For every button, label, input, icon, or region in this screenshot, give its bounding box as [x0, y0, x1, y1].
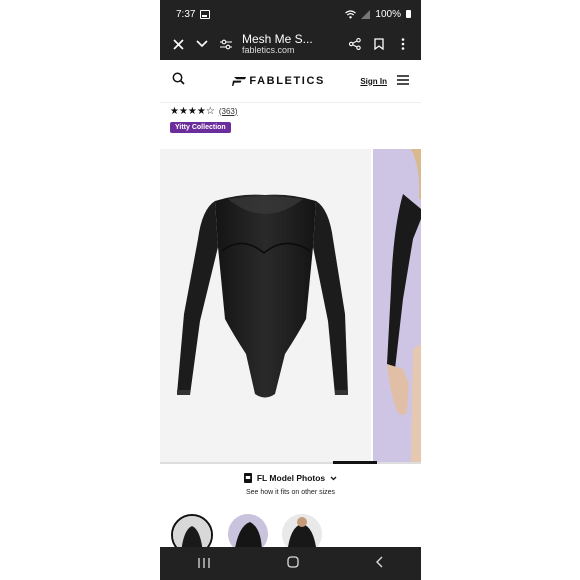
fabletics-logo[interactable]: FABLETICS	[232, 75, 325, 87]
rating-stars: ★★★★☆	[170, 105, 215, 117]
phone-screen: 7:37 100% Mesh Me S... fabletics.com FAB…	[160, 0, 421, 580]
status-time: 7:37	[176, 8, 196, 20]
battery-percent: 100%	[375, 8, 401, 20]
share-icon[interactable]	[343, 32, 367, 56]
product-model-image[interactable]	[373, 149, 421, 464]
sign-in-link[interactable]: Sign In	[360, 77, 387, 86]
tune-icon[interactable]	[214, 32, 238, 56]
review-count-link[interactable]: (363)	[219, 107, 238, 116]
logo-text: FABLETICS	[249, 75, 325, 87]
more-vertical-icon[interactable]	[391, 32, 415, 56]
fl-model-photos-section: FL Model Photos See how it fits on other…	[160, 473, 421, 496]
battery-icon	[406, 10, 411, 18]
product-rating: ★★★★☆ (363)	[170, 105, 421, 117]
back-icon[interactable]	[375, 555, 383, 573]
gallery-scroll-thumb	[333, 461, 377, 464]
status-bar: 7:37 100%	[160, 0, 421, 28]
product-main-image[interactable]	[160, 149, 371, 464]
signal-icon	[361, 9, 371, 19]
browser-toolbar: Mesh Me S... fabletics.com	[160, 28, 421, 60]
page-title: Mesh Me S...	[242, 31, 313, 46]
bookmark-icon[interactable]	[367, 32, 391, 56]
phone-photo-icon	[243, 473, 252, 483]
close-icon[interactable]	[166, 32, 190, 56]
collection-badge[interactable]: Yitty Collection	[170, 122, 231, 133]
model-photo-thumbnails	[160, 514, 421, 556]
home-icon[interactable]	[287, 555, 299, 573]
chevron-down-icon	[330, 476, 337, 480]
wifi-icon	[345, 9, 357, 18]
hamburger-menu-icon[interactable]	[397, 72, 409, 90]
fabletics-logo-mark-icon	[232, 77, 247, 86]
chevron-down-icon[interactable]	[190, 32, 214, 56]
system-nav-bar	[160, 547, 421, 580]
fl-model-photos-title: FL Model Photos	[256, 473, 326, 483]
search-icon[interactable]	[172, 72, 185, 90]
site-header: FABLETICS Sign In	[160, 60, 421, 103]
product-image-gallery[interactable]	[160, 149, 421, 464]
page-domain: fabletics.com	[242, 44, 295, 55]
image-notification-icon	[200, 9, 211, 19]
fl-model-photos-toggle[interactable]: FL Model Photos	[160, 473, 421, 483]
address-bar[interactable]: Mesh Me S... fabletics.com	[242, 33, 343, 55]
gallery-scroll-indicator	[160, 461, 421, 464]
fl-model-photos-subtitle: See how it fits on other sizes	[245, 489, 336, 496]
recent-apps-icon[interactable]	[198, 555, 210, 573]
